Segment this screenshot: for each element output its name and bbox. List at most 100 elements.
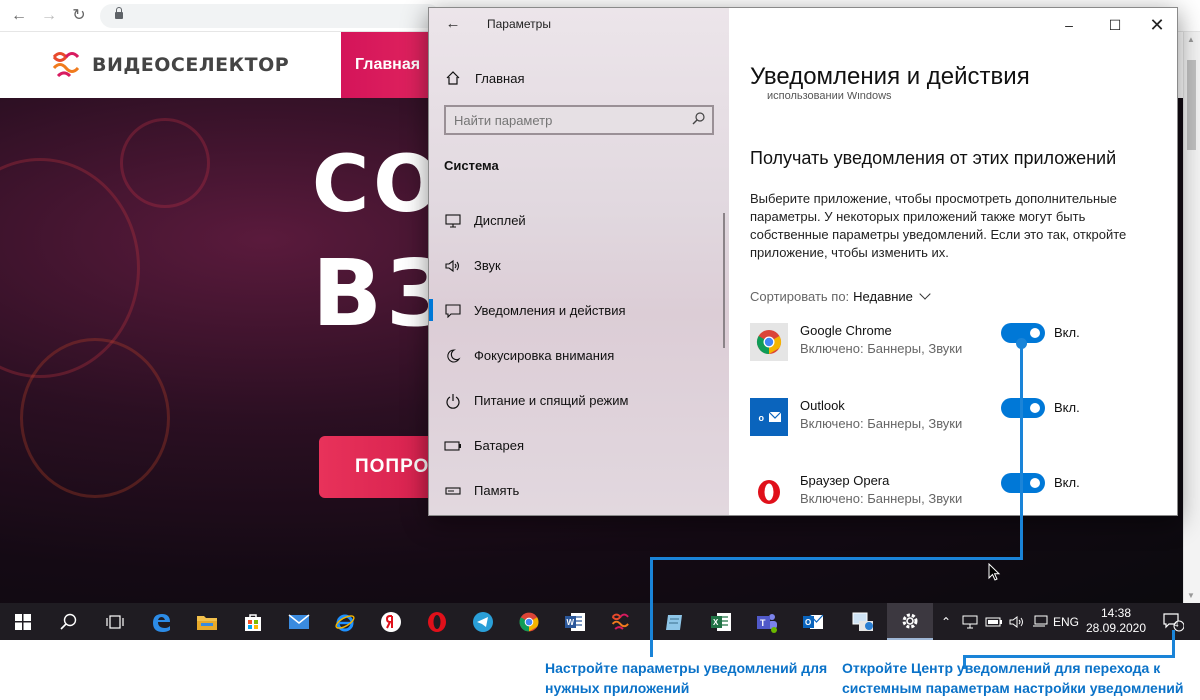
toggle-label: Вкл. (1054, 475, 1080, 490)
svg-text:O: O (805, 618, 811, 627)
clock-time: 14:38 (1100, 606, 1132, 620)
start-icon[interactable] (0, 603, 46, 640)
maximize-icon[interactable]: ☐ (1092, 12, 1138, 38)
logo-text: ВИДЕОСЕЛЕКТОР (92, 54, 290, 76)
app-status: Включено: Баннеры, Звуки (800, 416, 963, 431)
scroll-down-icon[interactable]: ▼ (1187, 592, 1196, 600)
hero-decoration (120, 118, 210, 208)
search-input[interactable] (454, 111, 684, 129)
minimize-icon[interactable]: – (1046, 12, 1092, 38)
clock-date: 28.09.2020 (1085, 621, 1147, 635)
svg-text:X: X (713, 618, 719, 627)
truncated-text: использовании Windows (767, 92, 892, 102)
lock-icon (115, 7, 123, 19)
clock[interactable]: 14:38 28.09.2020 (1083, 606, 1149, 636)
sidebar-item-notifications[interactable]: Уведомления и действия (429, 288, 723, 333)
settings-content: – ☐ ✕ Уведомления и действия использован… (729, 8, 1177, 515)
site-logo[interactable]: ВИДЕОСЕЛЕКТОР (50, 48, 289, 82)
settings-search[interactable] (444, 105, 714, 135)
back-arrow-icon[interactable]: ← (8, 5, 30, 27)
yandex-browser-icon[interactable] (368, 603, 414, 640)
sort-value[interactable]: Недавние (853, 289, 913, 304)
chrome-icon (750, 323, 788, 361)
outlook-icon[interactable]: O (790, 603, 836, 640)
storage-icon (444, 482, 462, 500)
internet-explorer-icon[interactable] (322, 603, 368, 640)
task-view-icon[interactable] (92, 603, 138, 640)
sidebar-item-sound[interactable]: Звук (429, 243, 723, 288)
sort-label: Сортировать по: (750, 289, 850, 304)
annotation-line (650, 557, 653, 657)
sort-dropdown[interactable]: Сортировать по: Недавние (750, 288, 931, 304)
annotation-dot (1016, 338, 1027, 349)
sidebar-item-label: Батарея (474, 438, 525, 453)
opera-icon (750, 473, 788, 511)
tray-overflow-icon[interactable]: ⌃ (938, 603, 954, 640)
notification-toggle[interactable] (1001, 473, 1045, 493)
svg-text:W: W (567, 618, 575, 627)
app-name: Outlook (800, 398, 845, 413)
outlook-icon: o (750, 398, 788, 436)
forward-arrow-icon[interactable]: → (38, 5, 60, 27)
reload-icon[interactable]: ↻ (68, 5, 90, 27)
display-tray-icon[interactable] (1030, 603, 1050, 640)
search-icon[interactable] (46, 603, 92, 640)
address-bar[interactable] (100, 4, 440, 28)
toggle-label: Вкл. (1054, 400, 1080, 415)
section-heading: Система (444, 158, 499, 173)
sidebar-item-storage[interactable]: Память (429, 468, 723, 513)
network-manager-icon[interactable] (840, 603, 886, 640)
scroll-thumb[interactable] (1187, 60, 1196, 150)
sidebar-item-home[interactable]: Главная (445, 67, 524, 89)
sidebar-item-label: Фокусировка внимания (474, 348, 615, 363)
settings-icon[interactable] (887, 603, 933, 640)
edge-icon[interactable] (138, 603, 184, 640)
section-description: Выберите приложение, чтобы просмотреть д… (750, 191, 1127, 260)
chrome-icon[interactable] (506, 603, 552, 640)
battery-tray-icon[interactable] (984, 603, 1004, 640)
store-icon[interactable] (230, 603, 276, 640)
sound-icon (444, 257, 462, 275)
word-icon[interactable]: W (552, 603, 598, 640)
svg-text:T: T (760, 618, 766, 628)
app-row-outlook[interactable]: o Outlook Включено: Баннеры, Звуки Вкл. (750, 398, 1170, 442)
mouse-cursor-icon (988, 563, 1001, 581)
excel-icon[interactable]: X (698, 603, 744, 640)
app-row-opera[interactable]: Браузер Opera Включено: Баннеры, Звуки В… (750, 473, 1170, 515)
hero-cta-button[interactable]: ПОПРО (319, 436, 439, 498)
language-indicator[interactable]: ENG (1052, 603, 1080, 640)
hero-heading-line1: СО (312, 140, 444, 230)
site-nav-home[interactable]: Главная (341, 32, 431, 98)
telegram-icon[interactable] (460, 603, 506, 640)
mail-icon[interactable] (276, 603, 322, 640)
sidebar-item-battery[interactable]: Батарея (429, 423, 723, 468)
annotation-left: Настройте параметры уведомлений для нужн… (545, 660, 828, 696)
battery-icon (444, 437, 462, 455)
file-explorer-icon[interactable] (184, 603, 230, 640)
toggle-knob (1030, 403, 1040, 413)
notification-toggle[interactable] (1001, 398, 1045, 418)
screen: { "site": { "logo_text": "ВИДЕОСЕЛЕКТОР"… (0, 0, 1200, 700)
videoselector-icon[interactable] (598, 603, 644, 640)
toggle-knob (1030, 328, 1040, 338)
network-tray-icon[interactable] (960, 603, 980, 640)
power-icon (444, 392, 462, 410)
window-title: Параметры (487, 17, 551, 31)
taskbar: W X T O ⌃ ENG 14:38 28.09.2020 4 (0, 603, 1200, 640)
teams-icon[interactable]: T (744, 603, 790, 640)
sidebar-item-focus[interactable]: Фокусировка внимания (429, 333, 723, 378)
sidebar-item-power[interactable]: Питание и спящий режим (429, 378, 723, 423)
notepad-icon[interactable] (652, 603, 698, 640)
search-icon[interactable] (692, 111, 706, 125)
scroll-up-icon[interactable]: ▲ (1187, 36, 1196, 44)
close-icon[interactable]: ✕ (1134, 12, 1177, 38)
sidebar-item-label: Дисплей (474, 213, 526, 228)
back-arrow-icon[interactable]: ← (443, 14, 463, 34)
notification-center-icon (1163, 612, 1184, 631)
sidebar-item-display[interactable]: Дисплей (429, 198, 723, 243)
chevron-down-icon[interactable] (919, 288, 931, 300)
sidebar-scrollbar[interactable] (723, 213, 725, 348)
app-row-chrome[interactable]: Google Chrome Включено: Баннеры, Звуки В… (750, 323, 1170, 367)
opera-icon[interactable] (414, 603, 460, 640)
volume-tray-icon[interactable] (1007, 603, 1027, 640)
